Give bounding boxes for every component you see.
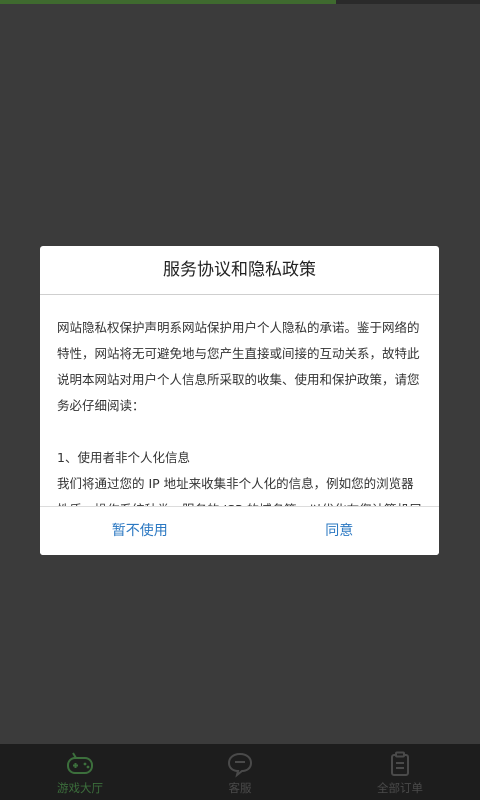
tab-game-lobby[interactable]: 游戏大厅	[0, 744, 160, 800]
loading-progress	[0, 0, 336, 4]
clipboard-icon	[391, 751, 409, 776]
bottom-tab-bar: 游戏大厅 客服 全部订单	[0, 744, 480, 800]
tab-customer-service[interactable]: 客服	[160, 744, 320, 800]
dialog-title: 服务协议和隐私政策	[40, 246, 439, 295]
tab-label-game-lobby: 游戏大厅	[57, 781, 103, 795]
tab-all-orders[interactable]: 全部订单	[320, 744, 480, 800]
policy-paragraph-section-1: 我们将通过您的 IP 地址来收集非个人化的信息，例如您的浏览器性质、操作系统种类…	[57, 476, 422, 506]
policy-section-heading: 1、使用者非个人化信息	[57, 450, 190, 465]
decline-button[interactable]: 暂不使用	[40, 507, 240, 555]
policy-paragraph-intro: 网站隐私权保护声明系网站保护用户个人隐私的承诺。鉴于网络的特性，网站将无可避免地…	[57, 320, 420, 413]
tab-label-all-orders: 全部订单	[377, 781, 423, 795]
dialog-content[interactable]: 网站隐私权保护声明系网站保护用户个人隐私的承诺。鉴于网络的特性，网站将无可避免地…	[40, 295, 439, 506]
privacy-dialog: 服务协议和隐私政策 网站隐私权保护声明系网站保护用户个人隐私的承诺。鉴于网络的特…	[40, 246, 439, 555]
agree-button[interactable]: 同意	[240, 507, 440, 555]
tab-label-customer-service: 客服	[228, 781, 252, 795]
chat-icon	[227, 752, 253, 778]
dialog-footer: 暂不使用 同意	[40, 506, 439, 555]
loading-bar-track	[0, 0, 480, 4]
gamepad-icon	[67, 752, 93, 774]
